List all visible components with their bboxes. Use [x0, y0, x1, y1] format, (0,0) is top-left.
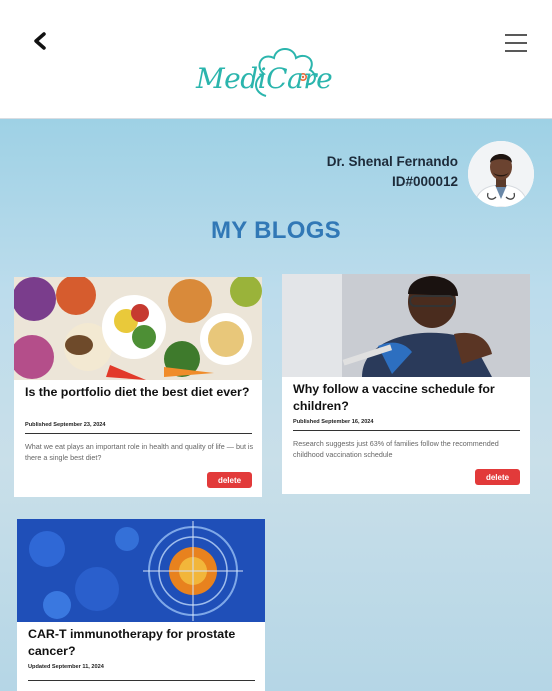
- back-button[interactable]: [28, 28, 52, 54]
- vaccine-child-image: [282, 274, 530, 377]
- blog-title[interactable]: Is the portfolio diet the best diet ever…: [25, 384, 251, 401]
- divider: [25, 433, 252, 434]
- food-bowls-image: [14, 277, 262, 380]
- blog-image-vaccine: [282, 274, 530, 377]
- doctor-avatar-image: [468, 141, 534, 207]
- blog-card[interactable]: CAR-T immunotherapy for prostate cancer?…: [17, 519, 265, 691]
- blog-date: Published September 16, 2024: [293, 419, 374, 425]
- blog-card[interactable]: Why follow a vaccine schedule for childr…: [282, 274, 530, 494]
- delete-button[interactable]: delete: [207, 472, 252, 488]
- blog-card[interactable]: Is the portfolio diet the best diet ever…: [14, 277, 262, 497]
- blog-title[interactable]: Why follow a vaccine schedule for childr…: [293, 381, 519, 415]
- menu-button[interactable]: [503, 32, 529, 54]
- blog-title[interactable]: CAR-T immunotherapy for prostate cancer?: [28, 626, 254, 660]
- chevron-left-icon: [34, 32, 46, 50]
- divider: [293, 430, 520, 431]
- cancer-cells-image: [17, 519, 265, 622]
- delete-button[interactable]: delete: [475, 469, 520, 485]
- blog-date: Published September 23, 2024: [25, 422, 106, 428]
- hamburger-menu-icon: [505, 34, 527, 52]
- blog-image-cells: [17, 519, 265, 622]
- page-title: MY BLOGS: [211, 217, 341, 244]
- doctor-avatar[interactable]: [468, 141, 534, 207]
- medicare-logo: MediCare: [196, 44, 333, 102]
- doctor-info: Dr. Shenal Fernando ID#000012: [327, 152, 458, 192]
- doctor-id: ID#000012: [391, 174, 458, 189]
- blog-date: Updated September 11, 2024: [28, 664, 104, 670]
- main-content: Dr. Shenal Fernando ID#000012 MY BLOGS I…: [0, 119, 552, 691]
- logo-text: MediCare: [196, 62, 333, 95]
- blog-excerpt: Research suggests just 63% of families f…: [293, 439, 499, 459]
- divider: [28, 680, 255, 681]
- blog-excerpt: What we eat plays an important role in h…: [25, 442, 254, 462]
- doctor-name: Dr. Shenal Fernando: [326, 154, 458, 169]
- app-header: MediCare: [0, 0, 552, 119]
- blog-image-food: [14, 277, 262, 380]
